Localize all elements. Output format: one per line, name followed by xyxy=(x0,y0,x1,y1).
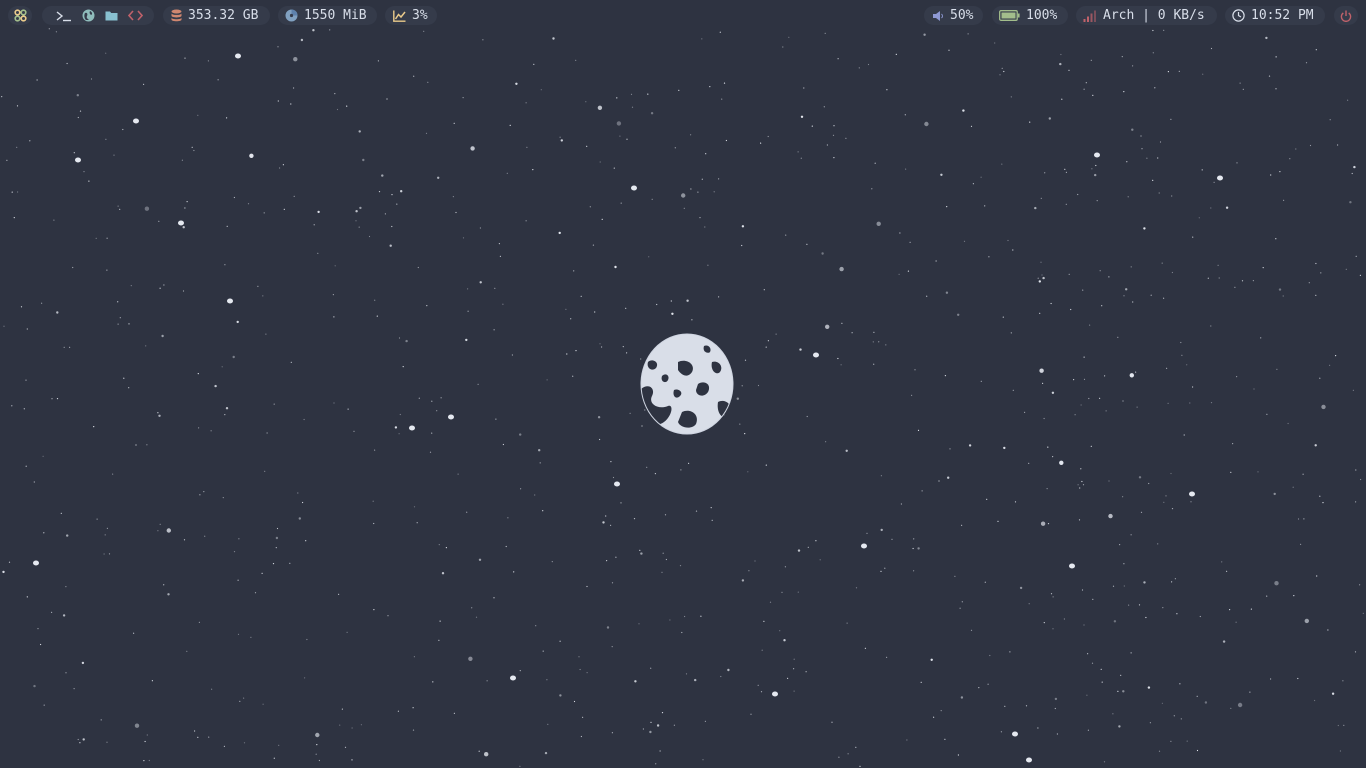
volume-widget[interactable]: 50% xyxy=(924,6,983,25)
network-widget[interactable]: Arch | 0 KB/s xyxy=(1076,6,1217,25)
clock-value: 10:52 PM xyxy=(1251,8,1314,23)
memory-usage-widget[interactable]: 1550 MiB xyxy=(278,6,377,25)
desktop: 353.32 GB 1550 MiB 3% 50% 100% Arch | 0 … xyxy=(0,0,1366,768)
memory-usage-value: 1550 MiB xyxy=(304,8,367,23)
top-panel: 353.32 GB 1550 MiB 3% 50% 100% Arch | 0 … xyxy=(0,0,1366,30)
cpu-chart-icon xyxy=(393,10,406,22)
earth-illustration xyxy=(640,333,734,435)
battery-widget[interactable]: 100% xyxy=(992,6,1068,25)
signal-icon xyxy=(1083,10,1097,22)
memory-chart-icon xyxy=(285,9,298,22)
globe-icon[interactable] xyxy=(82,9,95,22)
code-icon[interactable] xyxy=(128,10,143,21)
disk-usage-value: 353.32 GB xyxy=(188,8,259,23)
clock-icon xyxy=(1232,9,1245,22)
speaker-icon xyxy=(932,10,944,22)
apps-launcher-icon xyxy=(13,9,27,22)
network-value: Arch | 0 KB/s xyxy=(1103,8,1205,23)
power-icon xyxy=(1340,10,1352,22)
battery-icon xyxy=(999,10,1020,21)
volume-value: 50% xyxy=(950,8,974,23)
folder-icon[interactable] xyxy=(105,10,118,21)
power-button[interactable] xyxy=(1334,6,1358,25)
launcher-button[interactable] xyxy=(8,6,32,25)
cpu-usage-widget[interactable]: 3% xyxy=(385,6,437,25)
database-icon xyxy=(171,9,182,22)
clock-widget[interactable]: 10:52 PM xyxy=(1225,6,1325,25)
cpu-usage-value: 3% xyxy=(412,8,428,23)
terminal-icon[interactable] xyxy=(56,10,72,22)
disk-usage-widget[interactable]: 353.32 GB xyxy=(163,6,270,25)
battery-value: 100% xyxy=(1026,8,1058,23)
quick-launch-group xyxy=(42,6,154,25)
